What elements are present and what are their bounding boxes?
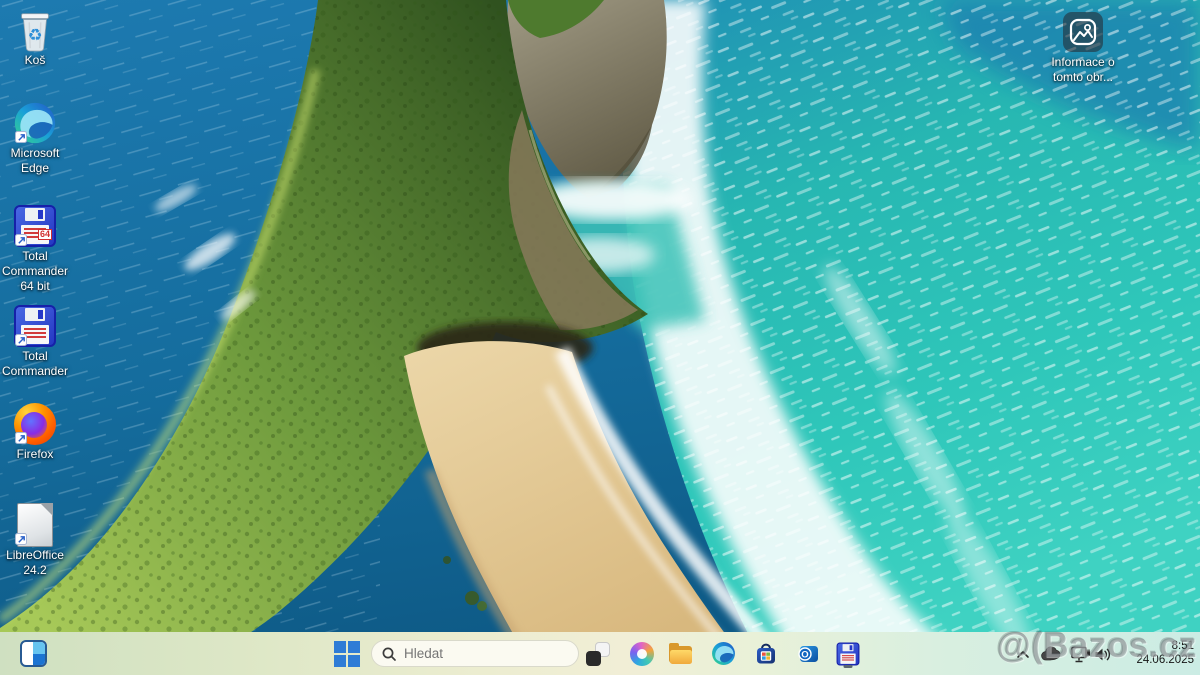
desktop-icon-total-commander-64bit[interactable]: 64 Total Commander 64 bit [0,204,74,294]
desktop-icon-microsoft-edge[interactable]: Microsoft Edge [0,101,74,176]
shortcut-arrow-icon [15,234,27,246]
libreoffice-icon [13,503,57,547]
edge-button[interactable] [704,638,742,669]
firefox-icon [13,402,57,446]
total-commander-button[interactable] [829,638,867,669]
taskbar: O [0,632,1200,675]
outlook-button[interactable]: O [789,638,827,669]
desktop-icon-label: Total Commander 64 bit [1,249,69,293]
shortcut-arrow-icon [15,432,27,444]
total-commander-icon [13,304,57,348]
taskbar-search [371,640,579,667]
desktop-icon-recycle-bin[interactable]: ♻ Koš [0,8,74,68]
wallpaper-kelingking-beach [0,0,1200,675]
hidden-icons-chevron-button[interactable] [1010,641,1036,667]
speaker-icon [1095,648,1110,660]
widgets-button[interactable] [14,638,52,669]
file-explorer-button[interactable] [662,638,700,669]
shortcut-arrow-icon [15,131,27,143]
clock-date: 24.06.2025 [1136,653,1194,666]
task-view-button[interactable] [579,638,617,669]
widgets-icon [19,640,47,667]
volume-tray-button[interactable] [1090,641,1116,667]
taskbar-clock[interactable]: 8:51 24.06.2025 [1136,640,1194,667]
edge-icon [711,641,736,666]
desktop-icon-label: Microsoft Edge [10,146,60,175]
desktop-icon-libreoffice[interactable]: LibreOffice 24.2 [0,503,74,578]
desktop-icon-label: Firefox [16,447,54,461]
shortcut-arrow-icon [15,334,27,346]
folder-icon [669,642,693,665]
desktop-icon-label: LibreOffice 24.2 [6,548,64,577]
task-view-icon [586,641,610,666]
search-input[interactable] [371,640,579,667]
desktop-icon-label: Informace o tomto obr... [1051,55,1115,84]
chevron-up-icon [1017,651,1029,658]
total-commander-icon [836,642,860,666]
store-icon [754,642,778,666]
onedrive-tray-button[interactable] [1038,641,1064,667]
total-commander-icon: 64 [13,204,57,248]
outlook-letter: O [801,649,808,660]
desktop-screen: ♻ Koš Microsoft Edge 64 Total Commander … [0,0,1200,675]
desktop-icon-label: Total Commander [1,349,69,378]
edge-icon [13,101,57,145]
desktop-icon-total-commander[interactable]: Total Commander [0,304,74,379]
ethernet-display-icon [1071,646,1090,662]
badge-64: 64 [37,229,52,240]
microsoft-store-button[interactable] [747,638,785,669]
start-button[interactable] [330,638,364,669]
clock-time: 8:51 [1171,640,1194,652]
shortcut-arrow-icon [15,533,27,545]
windows-logo-icon [334,640,360,667]
cloud-icon [1041,646,1061,661]
desktop-icon-label: Koš [24,53,46,67]
desktop-icon-spotlight-info[interactable]: Informace o tomto obr... [1036,10,1130,85]
desktop-icon-firefox[interactable]: Firefox [0,402,74,462]
recycle-symbol: ♻ [28,27,43,45]
picture-info-icon [1061,10,1105,54]
running-indicator [843,665,853,668]
outlook-icon: O [798,645,818,662]
copilot-button[interactable] [623,638,661,669]
recycle-bin-icon: ♻ [13,8,57,52]
copilot-icon [630,641,654,666]
